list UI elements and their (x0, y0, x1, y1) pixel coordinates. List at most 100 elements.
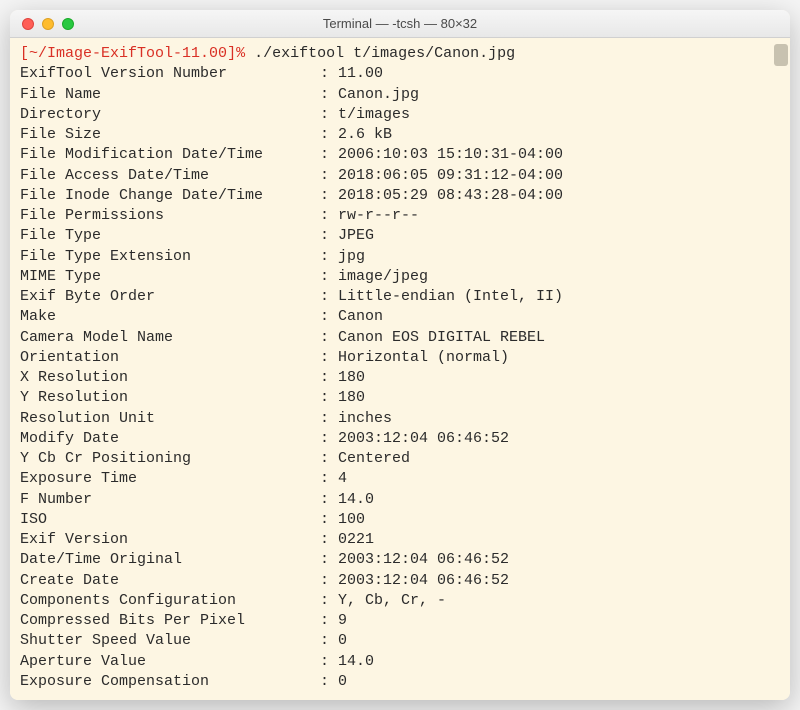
output-value: image/jpeg (338, 267, 428, 287)
output-separator: : (320, 105, 338, 125)
output-line: Aperture Value: 14.0 (20, 652, 780, 672)
output-line: File Access Date/Time: 2018:06:05 09:31:… (20, 166, 780, 186)
output-value: 2006:10:03 15:10:31-04:00 (338, 145, 563, 165)
output-key: ISO (20, 510, 320, 530)
output-value: 2018:05:29 08:43:28-04:00 (338, 186, 563, 206)
output-key: Y Resolution (20, 388, 320, 408)
output-key: Resolution Unit (20, 409, 320, 429)
output-value: 14.0 (338, 652, 374, 672)
output-line: File Inode Change Date/Time: 2018:05:29 … (20, 186, 780, 206)
output-line: ISO: 100 (20, 510, 780, 530)
maximize-button[interactable] (62, 18, 74, 30)
output-separator: : (320, 348, 338, 368)
output-key: Exposure Compensation (20, 672, 320, 692)
output-line: Components Configuration: Y, Cb, Cr, - (20, 591, 780, 611)
output-key: Aperture Value (20, 652, 320, 672)
output-line: Exif Version: 0221 (20, 530, 780, 550)
output-separator: : (320, 652, 338, 672)
output-separator: : (320, 388, 338, 408)
output-line: Directory: t/images (20, 105, 780, 125)
output-line: Y Resolution: 180 (20, 388, 780, 408)
minimize-button[interactable] (42, 18, 54, 30)
output-key: Compressed Bits Per Pixel (20, 611, 320, 631)
output-key: Directory (20, 105, 320, 125)
output-value: 2.6 kB (338, 125, 392, 145)
output-separator: : (320, 550, 338, 570)
prompt-command: ./exiftool t/images/Canon.jpg (254, 45, 515, 62)
output-value: 4 (338, 469, 347, 489)
output-line: Date/Time Original: 2003:12:04 06:46:52 (20, 550, 780, 570)
output-value: 180 (338, 368, 365, 388)
output-separator: : (320, 490, 338, 510)
output-line: Create Date: 2003:12:04 06:46:52 (20, 571, 780, 591)
output-line: Camera Model Name: Canon EOS DIGITAL REB… (20, 328, 780, 348)
output-separator: : (320, 591, 338, 611)
output-line: Shutter Speed Value: 0 (20, 631, 780, 651)
output-key: Exif Version (20, 530, 320, 550)
output-line: File Size: 2.6 kB (20, 125, 780, 145)
prompt-bracket-open: [ (20, 45, 29, 62)
prompt-path: ~/Image-ExifTool-11.00 (29, 45, 227, 62)
output-line: Orientation: Horizontal (normal) (20, 348, 780, 368)
output-separator: : (320, 125, 338, 145)
output-key: X Resolution (20, 368, 320, 388)
output-key: File Inode Change Date/Time (20, 186, 320, 206)
output-value: 100 (338, 510, 365, 530)
output-separator: : (320, 328, 338, 348)
output-separator: : (320, 469, 338, 489)
output-key: Exposure Time (20, 469, 320, 489)
titlebar[interactable]: Terminal — -tcsh — 80×32 (10, 10, 790, 38)
output-separator: : (320, 85, 338, 105)
output-separator: : (320, 611, 338, 631)
output-line: Make: Canon (20, 307, 780, 327)
output-key: Y Cb Cr Positioning (20, 449, 320, 469)
output-value: Y, Cb, Cr, - (338, 591, 446, 611)
output-key: Make (20, 307, 320, 327)
output-line: Exposure Compensation: 0 (20, 672, 780, 692)
output-value: 2018:06:05 09:31:12-04:00 (338, 166, 563, 186)
close-button[interactable] (22, 18, 34, 30)
output-key: Components Configuration (20, 591, 320, 611)
output-separator: : (320, 64, 338, 84)
output-key: Camera Model Name (20, 328, 320, 348)
output-line: File Modification Date/Time: 2006:10:03 … (20, 145, 780, 165)
output-separator: : (320, 226, 338, 246)
output-value: 9 (338, 611, 347, 631)
output-value: 0221 (338, 530, 374, 550)
output-separator: : (320, 186, 338, 206)
output-value: 11.00 (338, 64, 383, 84)
terminal-window: Terminal — -tcsh — 80×32 [~/Image-ExifTo… (10, 10, 790, 700)
output-line: File Name: Canon.jpg (20, 85, 780, 105)
output-separator: : (320, 307, 338, 327)
output-key: File Permissions (20, 206, 320, 226)
output-key: F Number (20, 490, 320, 510)
output-value: Canon EOS DIGITAL REBEL (338, 328, 545, 348)
output-line: Modify Date: 2003:12:04 06:46:52 (20, 429, 780, 449)
output-line: File Type Extension: jpg (20, 247, 780, 267)
output-separator: : (320, 672, 338, 692)
output-separator: : (320, 368, 338, 388)
output-key: Date/Time Original (20, 550, 320, 570)
prompt-bracket-close: ] (227, 45, 236, 62)
output-key: File Type (20, 226, 320, 246)
output-value: Centered (338, 449, 410, 469)
output-value: 2003:12:04 06:46:52 (338, 571, 509, 591)
output-value: Canon (338, 307, 383, 327)
output-key: Shutter Speed Value (20, 631, 320, 651)
output-separator: : (320, 247, 338, 267)
output-area: ExifTool Version Number: 11.00File Name:… (20, 64, 780, 692)
window-title: Terminal — -tcsh — 80×32 (323, 16, 477, 31)
output-value: JPEG (338, 226, 374, 246)
output-separator: : (320, 571, 338, 591)
output-line: Resolution Unit: inches (20, 409, 780, 429)
output-separator: : (320, 409, 338, 429)
output-separator: : (320, 166, 338, 186)
terminal-body[interactable]: [~/Image-ExifTool-11.00]% ./exiftool t/i… (10, 38, 790, 700)
output-separator: : (320, 510, 338, 530)
output-value: 0 (338, 672, 347, 692)
output-line: File Type: JPEG (20, 226, 780, 246)
output-value: 180 (338, 388, 365, 408)
output-value: 14.0 (338, 490, 374, 510)
scrollbar-thumb[interactable] (774, 44, 788, 66)
output-key: File Name (20, 85, 320, 105)
